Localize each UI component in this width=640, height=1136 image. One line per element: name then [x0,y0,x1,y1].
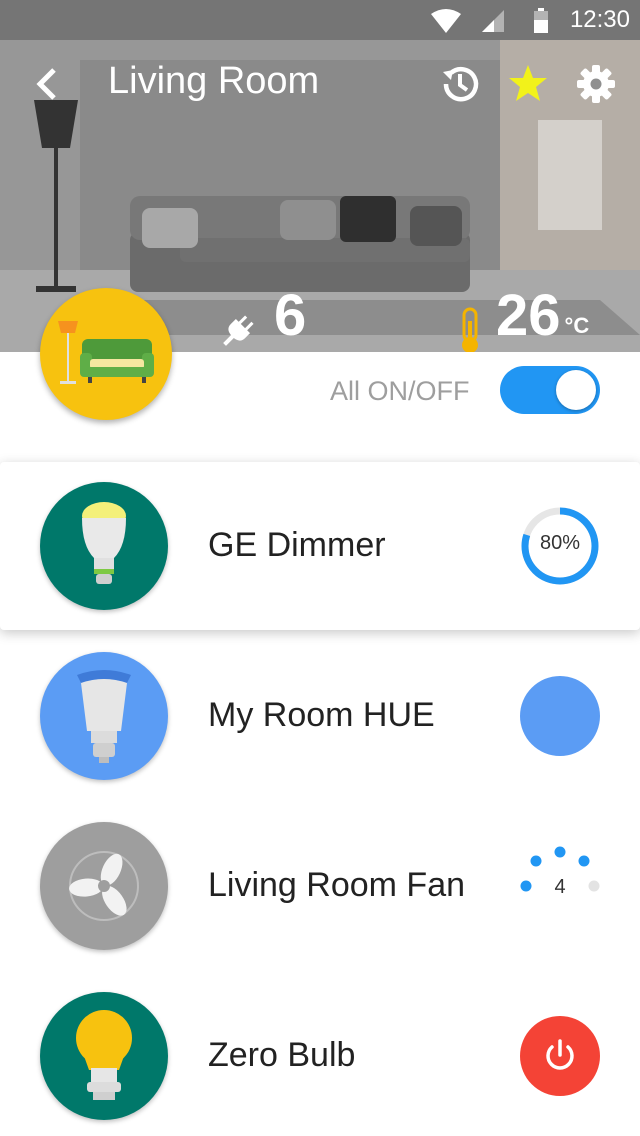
device-name: GE Dimmer [208,526,386,564]
dimmer-level-label: 80% [539,532,581,554]
device-icon-ge-dimmer [40,482,168,610]
device-icon-zero-bulb [40,992,168,1120]
power-icon [546,1039,574,1070]
temperature-unit: °C [564,313,590,338]
clock: 12:30 [569,6,630,33]
star-icon [509,65,547,101]
temperature-value: 26 [496,283,561,348]
bulb-icon [76,1010,132,1100]
device-name: Living Room Fan [208,866,466,904]
temperature-stat: 26 °C [456,282,589,352]
settings-button[interactable] [574,62,618,106]
power-button-circle [520,1016,600,1096]
color-picker-button[interactable] [520,676,600,756]
hue-bulb-icon [77,670,131,763]
gear-icon [577,65,615,103]
back-button[interactable] [24,62,68,106]
device-row-my-room-hue[interactable]: My Room HUE [0,632,640,800]
device-row-zero-bulb[interactable]: Zero Bulb [0,972,640,1136]
toggle-knob [556,370,596,410]
status-bar: 12:30 [0,0,640,40]
current-color-swatch [520,676,600,756]
page-title: Living Room [108,60,320,102]
plug-icon [223,315,254,346]
power-button[interactable] [520,1016,600,1096]
fan-icon [69,851,139,921]
dimmer-bulb-icon [82,502,126,584]
all-on-off-toggle[interactable] [500,366,600,414]
device-icon-my-room-hue [40,652,168,780]
fan-speed-dot [554,846,566,858]
device-count-stat: 6 [218,282,306,351]
dimmer-level-dial[interactable]: 80% [520,506,600,586]
wifi-icon [431,9,461,33]
sofa-icon [58,321,154,384]
history-icon [443,67,479,102]
thermometer-icon [462,307,478,352]
all-toggle-label: All ON/OFF [330,376,470,406]
device-row-living-room-fan[interactable]: Living Room Fan 4 [0,802,640,970]
fan-speed-dot [530,855,542,867]
device-icon-living-room-fan [40,822,168,950]
device-name: My Room HUE [208,696,435,734]
history-button[interactable] [438,62,482,106]
fan-speed-dot [578,855,590,867]
back-arrow-icon [36,68,56,100]
device-count: 6 [274,283,307,348]
battery-icon [534,8,548,33]
favorite-button[interactable] [506,62,550,106]
room-badge [40,288,172,420]
fan-speed-control[interactable]: 4 [520,846,600,926]
cell-signal-icon [482,10,504,32]
device-name: Zero Bulb [208,1036,356,1074]
device-row-ge-dimmer[interactable]: GE Dimmer 80% [0,462,640,630]
fan-speed-value: 4 [554,876,566,898]
